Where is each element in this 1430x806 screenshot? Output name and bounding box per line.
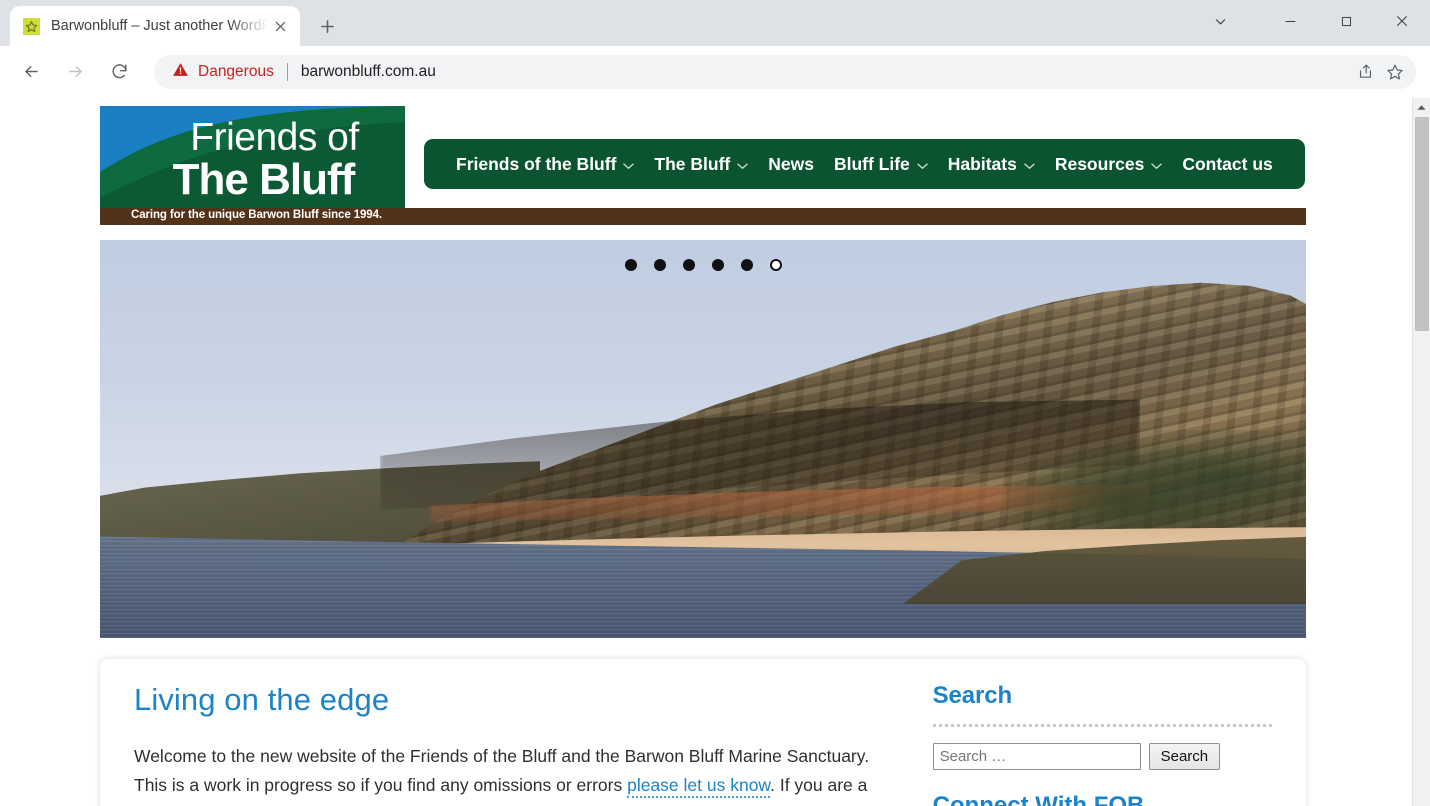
nav-item-friends-of-the-bluff[interactable]: Friends of the Bluff [446, 154, 644, 175]
browser-window: Barwonbluff – Just another WordPress sit… [0, 0, 1430, 806]
carousel-dot-5[interactable] [740, 259, 753, 271]
share-icon[interactable] [1350, 57, 1380, 87]
carousel-dot-3[interactable] [682, 259, 695, 271]
tab-close-icon[interactable] [268, 14, 292, 38]
nav-item-contact-us[interactable]: Contact us [1172, 154, 1282, 175]
reload-button[interactable] [102, 55, 136, 89]
nav-item-habitats[interactable]: Habitats [938, 154, 1045, 175]
carousel-dot-1[interactable] [624, 259, 637, 271]
tagline-bar: Caring for the unique Barwon Bluff since… [100, 208, 1306, 225]
security-label: Dangerous [198, 62, 274, 80]
window-controls [1192, 0, 1430, 42]
let-us-know-link[interactable]: please let us know [627, 775, 771, 798]
page-title: Living on the edge [134, 682, 390, 717]
nav-item-the-bluff[interactable]: The Bluff [644, 154, 758, 175]
tab-title: Barwonbluff – Just another WordPress sit… [51, 18, 268, 34]
close-window-button[interactable] [1374, 0, 1430, 42]
security-status[interactable]: Dangerous [172, 61, 274, 83]
search-widget-title: Search [932, 682, 1013, 709]
chevron-down-icon [1151, 154, 1163, 175]
chevron-down-icon [1024, 154, 1035, 175]
main-content-column: Living on the edge Welcome to the new we… [134, 682, 933, 806]
intro-text-part-2: . If you are a [770, 775, 868, 795]
carousel-dot-2[interactable] [653, 259, 666, 271]
url-text[interactable]: barwonbluff.com.au [301, 63, 1350, 81]
nav-label: Resources [1054, 153, 1145, 174]
forward-button[interactable] [58, 55, 92, 89]
site-tagline: Caring for the unique Barwon Bluff since… [131, 209, 382, 221]
search-form: Search [932, 743, 1272, 770]
chevron-down-icon [623, 154, 635, 175]
minimize-button[interactable] [1262, 0, 1318, 42]
scroll-up-arrow-icon[interactable] [1413, 98, 1430, 116]
address-bar[interactable]: Dangerous barwonbluff.com.au [154, 54, 1416, 89]
nav-label: The Bluff [654, 153, 731, 174]
scrollbar-thumb[interactable] [1415, 117, 1429, 331]
content-card: Living on the edge Welcome to the new we… [100, 659, 1306, 806]
page-scrollbar[interactable] [1412, 98, 1430, 806]
warning-triangle-icon [172, 61, 189, 83]
bookmark-star-icon[interactable] [1380, 57, 1410, 87]
tab-search-button[interactable] [1192, 0, 1248, 42]
intro-paragraph: Welcome to the new website of the Friend… [134, 742, 903, 800]
site-container: Friends of The Bluff Caring for the uniq… [100, 98, 1306, 806]
web-page: Friends of The Bluff Caring for the uniq… [0, 98, 1412, 806]
nav-label: Friends of the Bluff [456, 153, 617, 174]
search-button[interactable]: Search [1148, 743, 1221, 770]
site-logo[interactable]: Friends of The Bluff [100, 106, 405, 214]
nav-item-resources[interactable]: Resources [1045, 154, 1173, 175]
carousel-dots [100, 259, 1306, 271]
nav-label: Habitats [947, 153, 1017, 174]
back-button[interactable] [14, 55, 48, 89]
main-navigation: Friends of the Bluff The Bluff News Bluf… [424, 139, 1305, 189]
search-input[interactable] [932, 743, 1141, 770]
star-favicon [23, 17, 40, 35]
nav-label: News [768, 153, 814, 174]
widget-divider [932, 724, 1272, 727]
sidebar: Search Search Connect With FOB [932, 682, 1272, 806]
maximize-button[interactable] [1318, 0, 1374, 42]
connect-widget-title: Connect With FOB [932, 792, 1145, 806]
new-tab-button[interactable] [312, 11, 342, 41]
browser-toolbar: Dangerous barwonbluff.com.au [0, 46, 1430, 98]
nav-item-news[interactable]: News [758, 154, 824, 175]
nav-label: Contact us [1182, 153, 1273, 174]
carousel-dot-6-active[interactable] [769, 259, 782, 271]
browser-tab[interactable]: Barwonbluff – Just another WordPress sit… [10, 6, 300, 46]
nav-item-bluff-life[interactable]: Bluff Life [824, 154, 938, 175]
chevron-down-icon [737, 154, 749, 175]
tab-strip: Barwonbluff – Just another WordPress sit… [0, 0, 1430, 46]
page-viewport: Friends of The Bluff Caring for the uniq… [0, 98, 1430, 806]
chevron-down-icon [917, 154, 928, 175]
site-header: Friends of The Bluff Caring for the uniq… [100, 98, 1306, 225]
nav-label: Bluff Life [833, 153, 910, 174]
logo-artwork [100, 106, 405, 214]
hero-carousel[interactable] [100, 240, 1306, 638]
carousel-dot-4[interactable] [711, 259, 724, 271]
omnibox-divider [286, 62, 288, 81]
